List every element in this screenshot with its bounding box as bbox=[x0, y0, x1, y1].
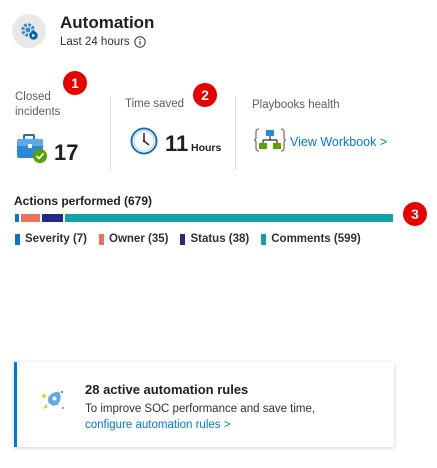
closed-incidents-value: 17 bbox=[54, 140, 79, 165]
automation-rules-text: To improve SOC performance and save time… bbox=[85, 403, 316, 415]
legend-item-owner: Owner (35) bbox=[99, 233, 168, 245]
time-saved-label: Time saved bbox=[125, 98, 185, 110]
bar-segment-comments[interactable] bbox=[65, 214, 393, 222]
bar-segment-severity[interactable] bbox=[15, 214, 19, 222]
actions-legend: Severity (7) Owner (35) Status (38) Comm… bbox=[15, 233, 361, 245]
closed-label-line1: Closed bbox=[15, 91, 51, 103]
automation-rules-title: 28 active automation rules bbox=[85, 382, 249, 397]
legend-swatch bbox=[261, 233, 267, 245]
bar-segment-status[interactable] bbox=[42, 214, 63, 222]
actions-stacked-bar bbox=[15, 214, 393, 222]
page-title: Automation bbox=[60, 13, 155, 32]
closed-incidents-label: Closed incidents bbox=[15, 90, 60, 120]
view-workbook-link[interactable]: View Workbook > bbox=[290, 135, 387, 149]
legend-swatch bbox=[99, 233, 105, 245]
automation-gear-icon bbox=[12, 14, 46, 48]
metric-divider bbox=[235, 96, 236, 170]
callout-badge-1: 1 bbox=[63, 71, 87, 95]
legend-swatch bbox=[15, 233, 20, 245]
legend-label: Status (38) bbox=[190, 233, 250, 245]
time-range-label: Last 24 hours bbox=[60, 36, 130, 48]
workbook-icon bbox=[254, 128, 286, 152]
legend-item-comments: Comments (599) bbox=[261, 233, 361, 245]
legend-item-status: Status (38) bbox=[180, 233, 249, 245]
metric-divider bbox=[110, 96, 111, 170]
callout-badge-2: 2 bbox=[193, 83, 217, 107]
legend-swatch bbox=[180, 233, 186, 245]
configure-automation-rules-link[interactable]: configure automation rules > bbox=[85, 419, 230, 431]
legend-label: Owner (35) bbox=[109, 233, 169, 245]
callout-badge-3: 3 bbox=[403, 202, 427, 226]
automation-header: Automation Last 24 hours bbox=[12, 12, 422, 52]
info-icon[interactable] bbox=[133, 36, 146, 48]
actions-performed-title: Actions performed (679) bbox=[14, 194, 153, 208]
legend-item-severity: Severity (7) bbox=[15, 233, 87, 245]
rocket-rules-icon bbox=[41, 390, 64, 409]
briefcase-check-icon bbox=[17, 134, 47, 163]
automation-rules-card: 28 active automation rules To improve SO… bbox=[14, 362, 394, 447]
legend-label: Severity (7) bbox=[25, 233, 88, 245]
time-range: Last 24 hours bbox=[60, 36, 146, 48]
bar-segment-owner[interactable] bbox=[21, 214, 40, 222]
time-saved-value: 11 bbox=[165, 131, 189, 156]
legend-label: Comments (599) bbox=[271, 233, 361, 245]
closed-label-line2: incidents bbox=[15, 106, 61, 118]
time-saved-unit: Hours bbox=[191, 142, 222, 154]
clock-icon bbox=[130, 127, 158, 155]
playbooks-health-label: Playbooks health bbox=[252, 99, 340, 111]
